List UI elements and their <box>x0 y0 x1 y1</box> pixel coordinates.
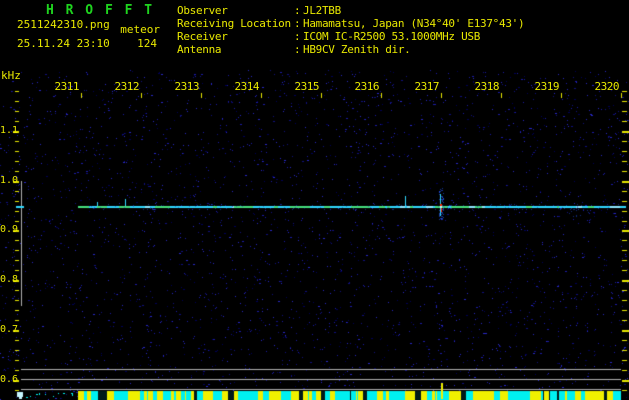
capture-datetime: 25.11.24 23:10 <box>17 37 110 50</box>
x-tick-label-2313: 2313 <box>174 80 200 93</box>
info-label: Receiving Location <box>177 17 291 30</box>
info-value: JL2TBB <box>303 4 341 17</box>
y-tick-label-0.9: 0.9 <box>0 224 19 235</box>
x-tick-label-2320: 2320 <box>594 80 620 93</box>
y-tick-label-1.0: 1.0 <box>0 175 19 186</box>
info-row-antenna: Antenna: HB9CV Zenith dir. <box>177 43 524 56</box>
echo-count: 124 <box>137 37 157 50</box>
x-tick-label-2314: 2314 <box>234 80 260 93</box>
y-tick-label-0.7: 0.7 <box>0 324 19 335</box>
info-value: ICOM IC-R2500 53.1000MHz USB <box>303 30 481 43</box>
info-label: Antenna <box>177 43 222 56</box>
y-tick-label-1.1: 1.1 <box>0 125 19 136</box>
info-row-location: Receiving Location: Hamamatsu, Japan (N34… <box>177 17 525 30</box>
app-title: H R O F F T <box>46 3 155 18</box>
x-tick-label-2311: 2311 <box>54 80 80 93</box>
x-tick-label-2319: 2319 <box>534 80 560 93</box>
header: H R O F F T 2511242310.png meteor 25.11.… <box>0 0 629 70</box>
x-tick-label-2312: 2312 <box>114 80 140 93</box>
x-tick-label-2317: 2317 <box>414 80 440 93</box>
info-separator: : <box>294 43 301 56</box>
info-row-receiver: Receiver: ICOM IC-R2500 53.1000MHz USB <box>177 30 524 43</box>
hrofft-screen: kHz 1.1 1.0 0.9 0.8 0.7 0.6 2311 2312 2313 2314 23… <box>0 0 629 400</box>
info-label: Observer <box>177 4 228 17</box>
info-row-observer: Observer: JL2TBB <box>177 4 524 17</box>
x-tick-label-2315: 2315 <box>294 80 320 93</box>
info-value: HB9CV Zenith dir. <box>303 43 411 56</box>
x-tick-label-2316: 2316 <box>354 80 380 93</box>
y-tick-label-0.8: 0.8 <box>0 274 19 285</box>
info-value: Hamamatsu, Japan (N34°40' E137°43') <box>303 17 525 30</box>
info-separator: : <box>294 4 301 17</box>
y-tick-label-0.6: 0.6 <box>0 374 19 385</box>
info-separator: : <box>294 17 301 30</box>
observation-mode-label: meteor <box>120 23 160 36</box>
x-tick-label-2318: 2318 <box>474 80 500 93</box>
info-separator: : <box>294 30 301 43</box>
y-axis-unit-label: kHz <box>1 69 21 82</box>
station-info-block: Observer: JL2TBB Receiving Location: Hamam… <box>177 4 525 56</box>
capture-filename: 2511242310.png <box>17 18 110 31</box>
info-label: Receiver <box>177 30 228 43</box>
